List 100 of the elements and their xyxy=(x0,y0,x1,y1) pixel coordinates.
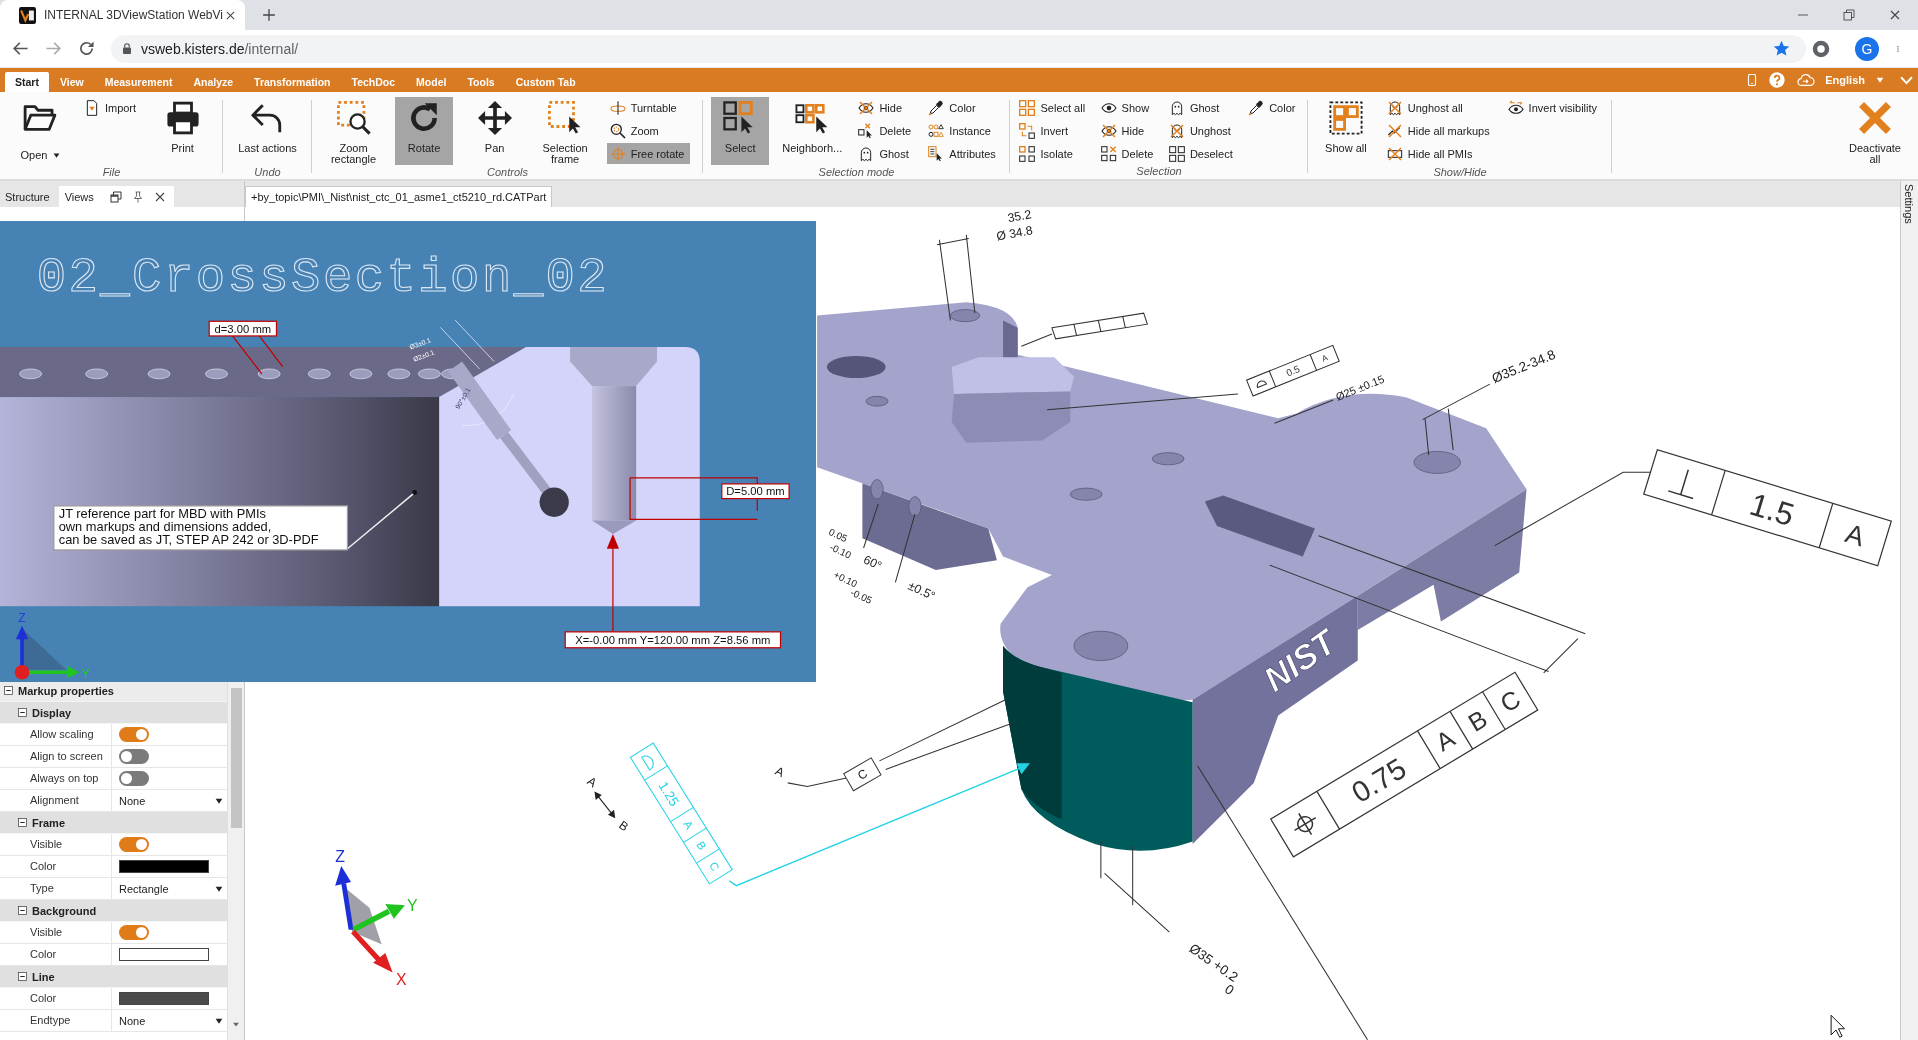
toggle-switch[interactable] xyxy=(119,837,149,852)
measurement-label: d=3.00 mm xyxy=(208,320,278,337)
toggle-switch[interactable] xyxy=(119,727,149,742)
ribbon-button[interactable]: Pan xyxy=(465,97,524,165)
move-arrows-icon xyxy=(477,101,512,135)
dimension-text: ±0.5° xyxy=(905,578,938,604)
close-icon[interactable] xyxy=(153,190,166,203)
section-header[interactable]: Markup properties xyxy=(0,680,227,702)
ribbon-button[interactable]: Neighborh... xyxy=(777,97,848,165)
ribbon-button[interactable]: Deselect xyxy=(1165,143,1239,164)
ribbon-button[interactable]: Delete xyxy=(855,120,918,141)
ribbon-button[interactable]: Turntable xyxy=(606,97,691,118)
datum-reference: C xyxy=(1495,684,1526,718)
arc-symbol-icon xyxy=(1256,380,1267,389)
address-bar[interactable]: vsweb.kisters.de/internal/ xyxy=(111,34,1806,63)
ribbon-button[interactable]: Unghost all xyxy=(1383,97,1496,118)
pin-icon[interactable] xyxy=(131,190,144,203)
dimension-text: 60° xyxy=(861,552,884,573)
dashed-squares-icon xyxy=(1328,101,1363,135)
measurement-label: D=5.00 mm xyxy=(721,483,790,500)
ribbon-button[interactable]: Hide xyxy=(1097,120,1160,141)
ribbon-button[interactable]: Color xyxy=(1245,97,1302,118)
scrollbar-thumb[interactable] xyxy=(230,688,242,828)
section-header[interactable]: Background xyxy=(0,900,227,922)
dropdown-field[interactable]: Rectangle xyxy=(119,882,223,895)
ribbon-button[interactable]: Free rotate xyxy=(606,143,691,164)
eye-crossed-icon xyxy=(1100,122,1117,139)
section-header[interactable]: Display xyxy=(0,702,227,724)
reload-icon[interactable] xyxy=(78,40,95,57)
tolerance-value: 0.5 xyxy=(1284,363,1302,379)
ribbon-button[interactable]: Show xyxy=(1097,97,1160,118)
forward-arrow-icon[interactable] xyxy=(45,40,62,57)
ribbon-button[interactable]: Delete xyxy=(1097,143,1160,164)
ribbon-button[interactable]: Import xyxy=(80,97,143,118)
axis-label: Z xyxy=(335,848,345,866)
ribbon-button[interactable]: Hide xyxy=(855,97,918,118)
cloud-icon[interactable] xyxy=(1796,72,1816,88)
ribbon-button[interactable]: Hide all markups xyxy=(1383,120,1496,141)
ribbon-button[interactable]: Select xyxy=(711,97,770,165)
ribbon-button[interactable]: Zoom rectangle xyxy=(324,97,383,165)
ghost-crossed-icon xyxy=(1386,99,1403,116)
section-header[interactable]: Line xyxy=(0,966,227,988)
star-icon[interactable] xyxy=(1773,40,1790,57)
close-icon[interactable] xyxy=(1889,9,1901,21)
ribbon-button[interactable]: Ghost xyxy=(855,143,918,164)
scrollbar[interactable] xyxy=(227,680,244,1040)
dropdown-field[interactable]: None xyxy=(119,1014,223,1027)
document-tab[interactable]: +by_topic\PMI\_Nist\nist_ctc_01_asme1_ct5210_rd.CATPart xyxy=(245,186,553,207)
ribbon-button[interactable]: Color xyxy=(925,97,1002,118)
view-title: 02_CrossSection_02 xyxy=(36,249,610,306)
toggle-switch[interactable] xyxy=(119,749,149,764)
ribbon-button[interactable]: Attributes xyxy=(925,143,1002,164)
toggle-switch[interactable] xyxy=(119,771,149,786)
dropdown-field[interactable]: None xyxy=(119,794,223,807)
property-label: Color xyxy=(0,944,112,965)
window-icon[interactable] xyxy=(109,190,122,203)
profile-avatar[interactable]: G xyxy=(1855,36,1879,61)
datum-label: B xyxy=(616,818,632,835)
ribbon-button[interactable]: Select all xyxy=(1016,97,1092,118)
ribbon-button[interactable]: Rotate xyxy=(395,97,454,165)
color-swatch-icon[interactable] xyxy=(119,860,209,873)
plus-icon[interactable] xyxy=(262,8,276,22)
ribbon-button[interactable]: Zoom xyxy=(606,120,691,141)
restore-icon[interactable] xyxy=(1843,9,1855,21)
ribbon-button[interactable]: Last actions xyxy=(233,97,302,165)
phone-icon[interactable] xyxy=(1746,72,1759,88)
ribbon-button[interactable]: Invert visibility xyxy=(1504,97,1604,118)
ribbon-button[interactable]: Ghost xyxy=(1165,97,1239,118)
extension-icon[interactable] xyxy=(1812,39,1830,58)
group-label: Selection xyxy=(1135,164,1183,178)
ribbon-button[interactable]: Isolate xyxy=(1016,143,1092,164)
color-swatch-icon[interactable] xyxy=(119,948,209,961)
ribbon-button[interactable]: Instance xyxy=(925,120,1002,141)
zoom-icon xyxy=(609,122,626,139)
ribbon-button[interactable]: Unghost xyxy=(1165,120,1239,141)
settings-tab[interactable]: Settings xyxy=(1901,181,1915,224)
help-icon[interactable] xyxy=(1769,72,1786,88)
ribbon-tab[interactable]: Start xyxy=(5,72,49,92)
deactivate-all-button[interactable]: Deactivate all xyxy=(1844,97,1906,165)
group-label: File xyxy=(101,165,122,179)
property-label: Align to screen xyxy=(0,746,112,767)
back-arrow-icon[interactable] xyxy=(12,40,29,57)
toggle-switch[interactable] xyxy=(119,925,149,940)
datum-reference: A xyxy=(1842,518,1869,553)
ribbon-button[interactable]: Print xyxy=(153,97,212,165)
ribbon-button[interactable]: Selection frame xyxy=(536,97,595,165)
axis-label: X xyxy=(395,970,407,988)
close-icon[interactable] xyxy=(225,9,236,21)
ribbon-button[interactable]: Invert xyxy=(1016,120,1092,141)
scroll-down-arrow-icon[interactable] xyxy=(232,1021,240,1028)
color-swatch-icon[interactable] xyxy=(119,992,209,1005)
panel-tab[interactable]: Views xyxy=(58,186,174,207)
ribbon-button[interactable]: Show all xyxy=(1316,97,1375,165)
lock-icon xyxy=(121,42,133,55)
ribbon-button[interactable]: Hide all PMIs xyxy=(1383,143,1496,164)
section-header[interactable]: Frame xyxy=(0,812,227,834)
browser-tab[interactable]: INTERNAL 3DViewStation WebVi xyxy=(0,0,245,30)
caret-down-icon xyxy=(215,884,223,893)
ribbon-button[interactable]: Open xyxy=(11,97,70,165)
panel-tab[interactable]: Structure xyxy=(2,186,53,207)
